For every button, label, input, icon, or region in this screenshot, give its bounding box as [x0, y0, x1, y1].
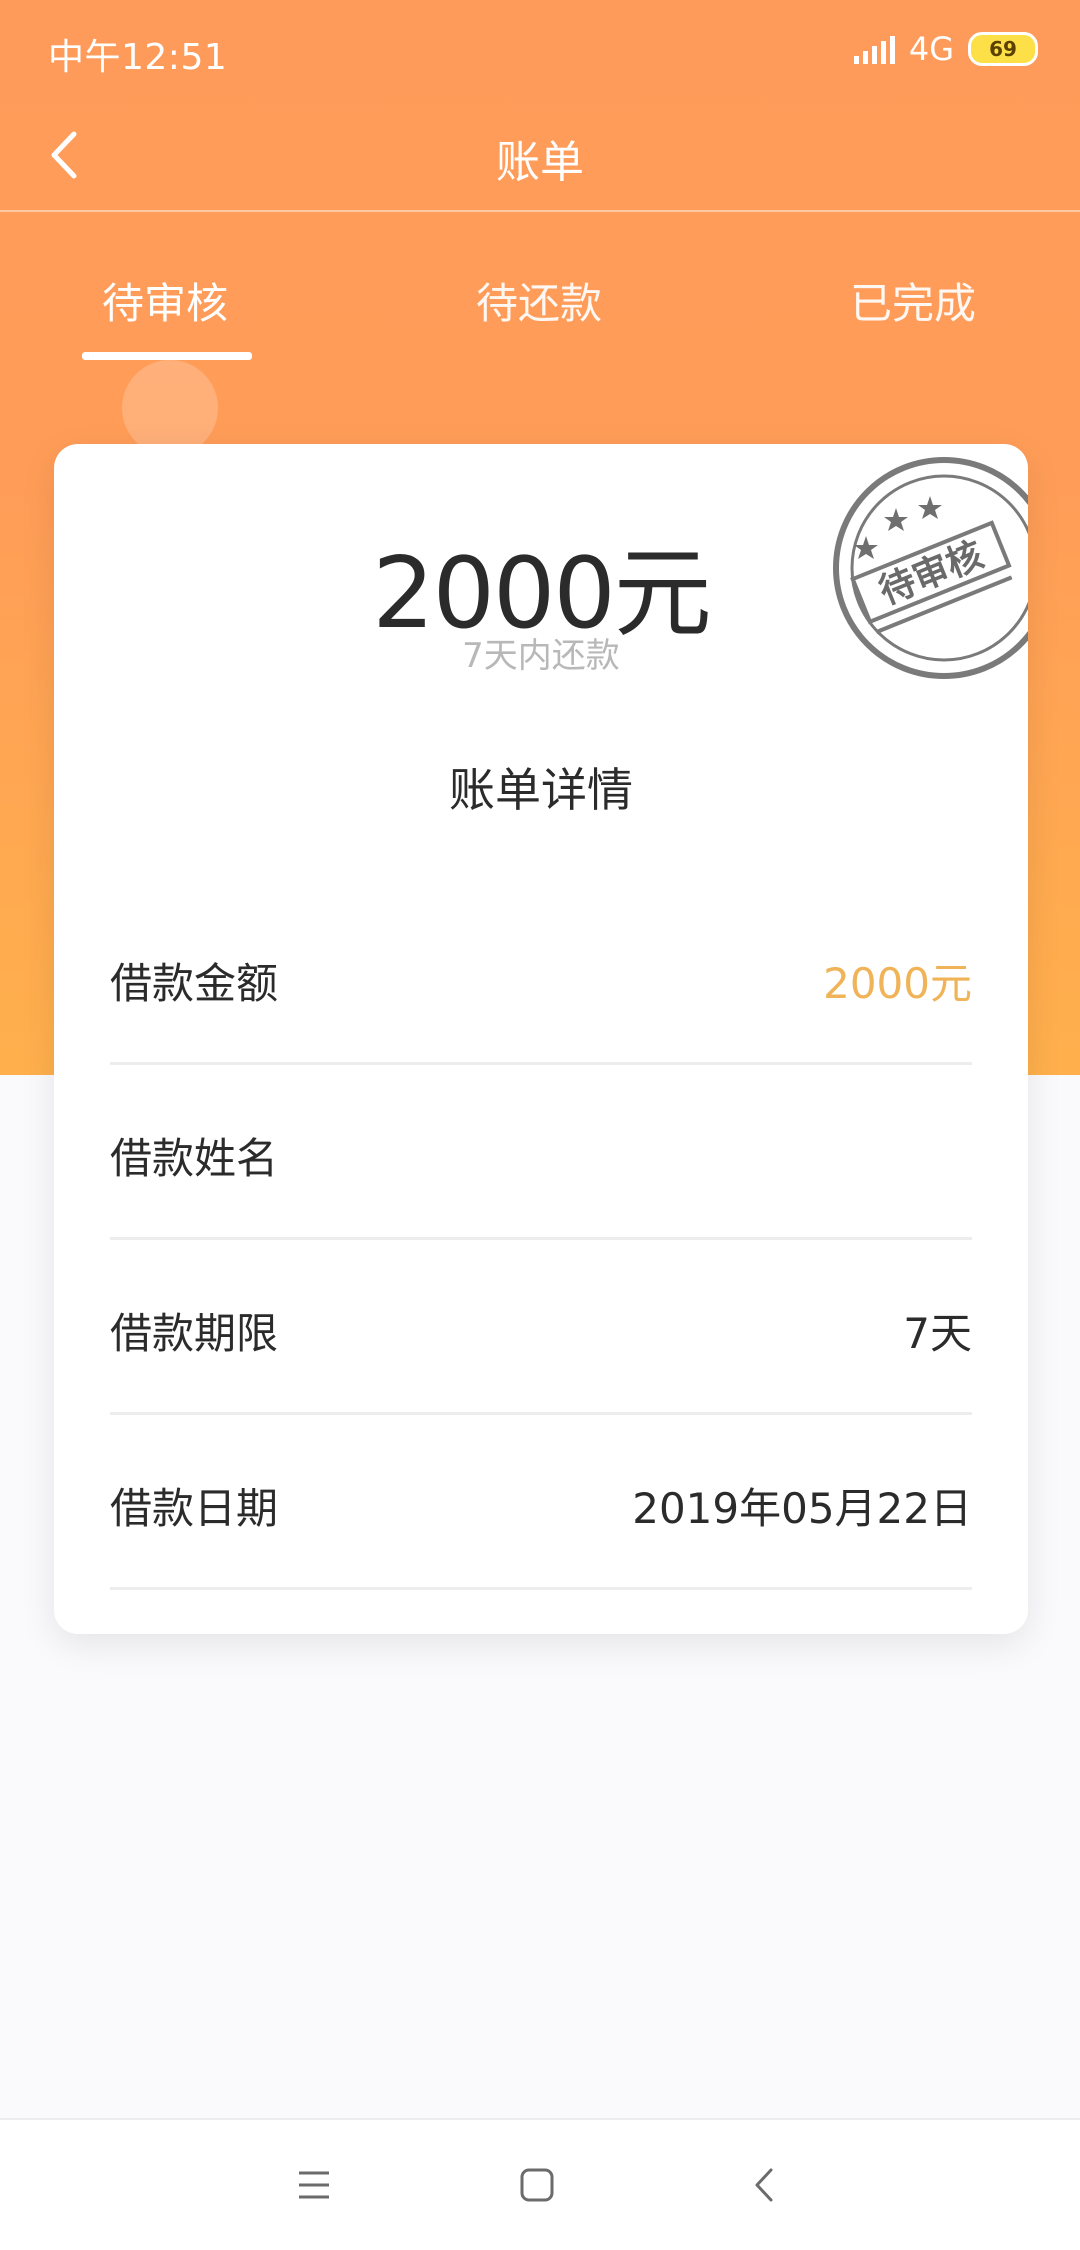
status-indicators: 4G 69: [853, 30, 1038, 68]
row-label: 借款金额: [110, 959, 279, 1008]
detail-row-borrower-name: 借款姓名: [110, 1065, 972, 1240]
row-label: 借款期限: [110, 1309, 279, 1358]
detail-row-loan-date: 借款日期 2019年05月22日: [110, 1415, 972, 1590]
network-type: 4G: [909, 30, 954, 68]
tab-pending-repayment[interactable]: 待还款: [476, 270, 602, 331]
section-title: 账单详情: [449, 763, 633, 817]
tab-completed[interactable]: 已完成: [850, 270, 976, 331]
detail-row-loan-term: 借款期限 7天: [110, 1240, 972, 1415]
bill-detail-list: 借款金额 2000元 借款姓名 借款期限 7天 借款日期 2019年05月22日: [110, 890, 972, 1590]
system-navigation-bar: [0, 2118, 1080, 2250]
touch-ripple: [122, 360, 218, 456]
signal-icon: [853, 34, 895, 64]
menu-icon: [299, 2171, 329, 2199]
row-value: 2019年05月22日: [632, 1484, 972, 1533]
detail-row-loan-amount: 借款金额 2000元: [110, 890, 972, 1065]
square-home-icon: [520, 2168, 554, 2202]
chevron-left-icon: [755, 2168, 773, 2202]
battery-icon: 69: [968, 32, 1038, 66]
status-time: 中午12:51: [48, 37, 228, 78]
nav-bar: 账单: [0, 100, 1080, 212]
bill-card: 2000元 7天内还款 待审核 账单详情 借款金额 2000元 借款姓名 借款期…: [54, 444, 1028, 1634]
row-value: 2000元: [823, 959, 972, 1008]
recent-apps-button[interactable]: [287, 2158, 341, 2212]
pending-review-stamp: 待审核: [833, 457, 1028, 679]
network-label: 4G: [908, 30, 954, 68]
tab-pending-review[interactable]: 待审核: [102, 270, 228, 331]
row-value: 7天: [903, 1309, 972, 1358]
page-title: 账单: [496, 137, 584, 188]
active-tab-indicator: [82, 352, 252, 360]
system-back-button[interactable]: [738, 2158, 792, 2212]
home-button[interactable]: [510, 2158, 564, 2212]
row-label: 借款姓名: [110, 1134, 279, 1183]
row-label: 借款日期: [110, 1484, 279, 1533]
status-bar: 中午12:51 4G 69: [0, 0, 1080, 100]
